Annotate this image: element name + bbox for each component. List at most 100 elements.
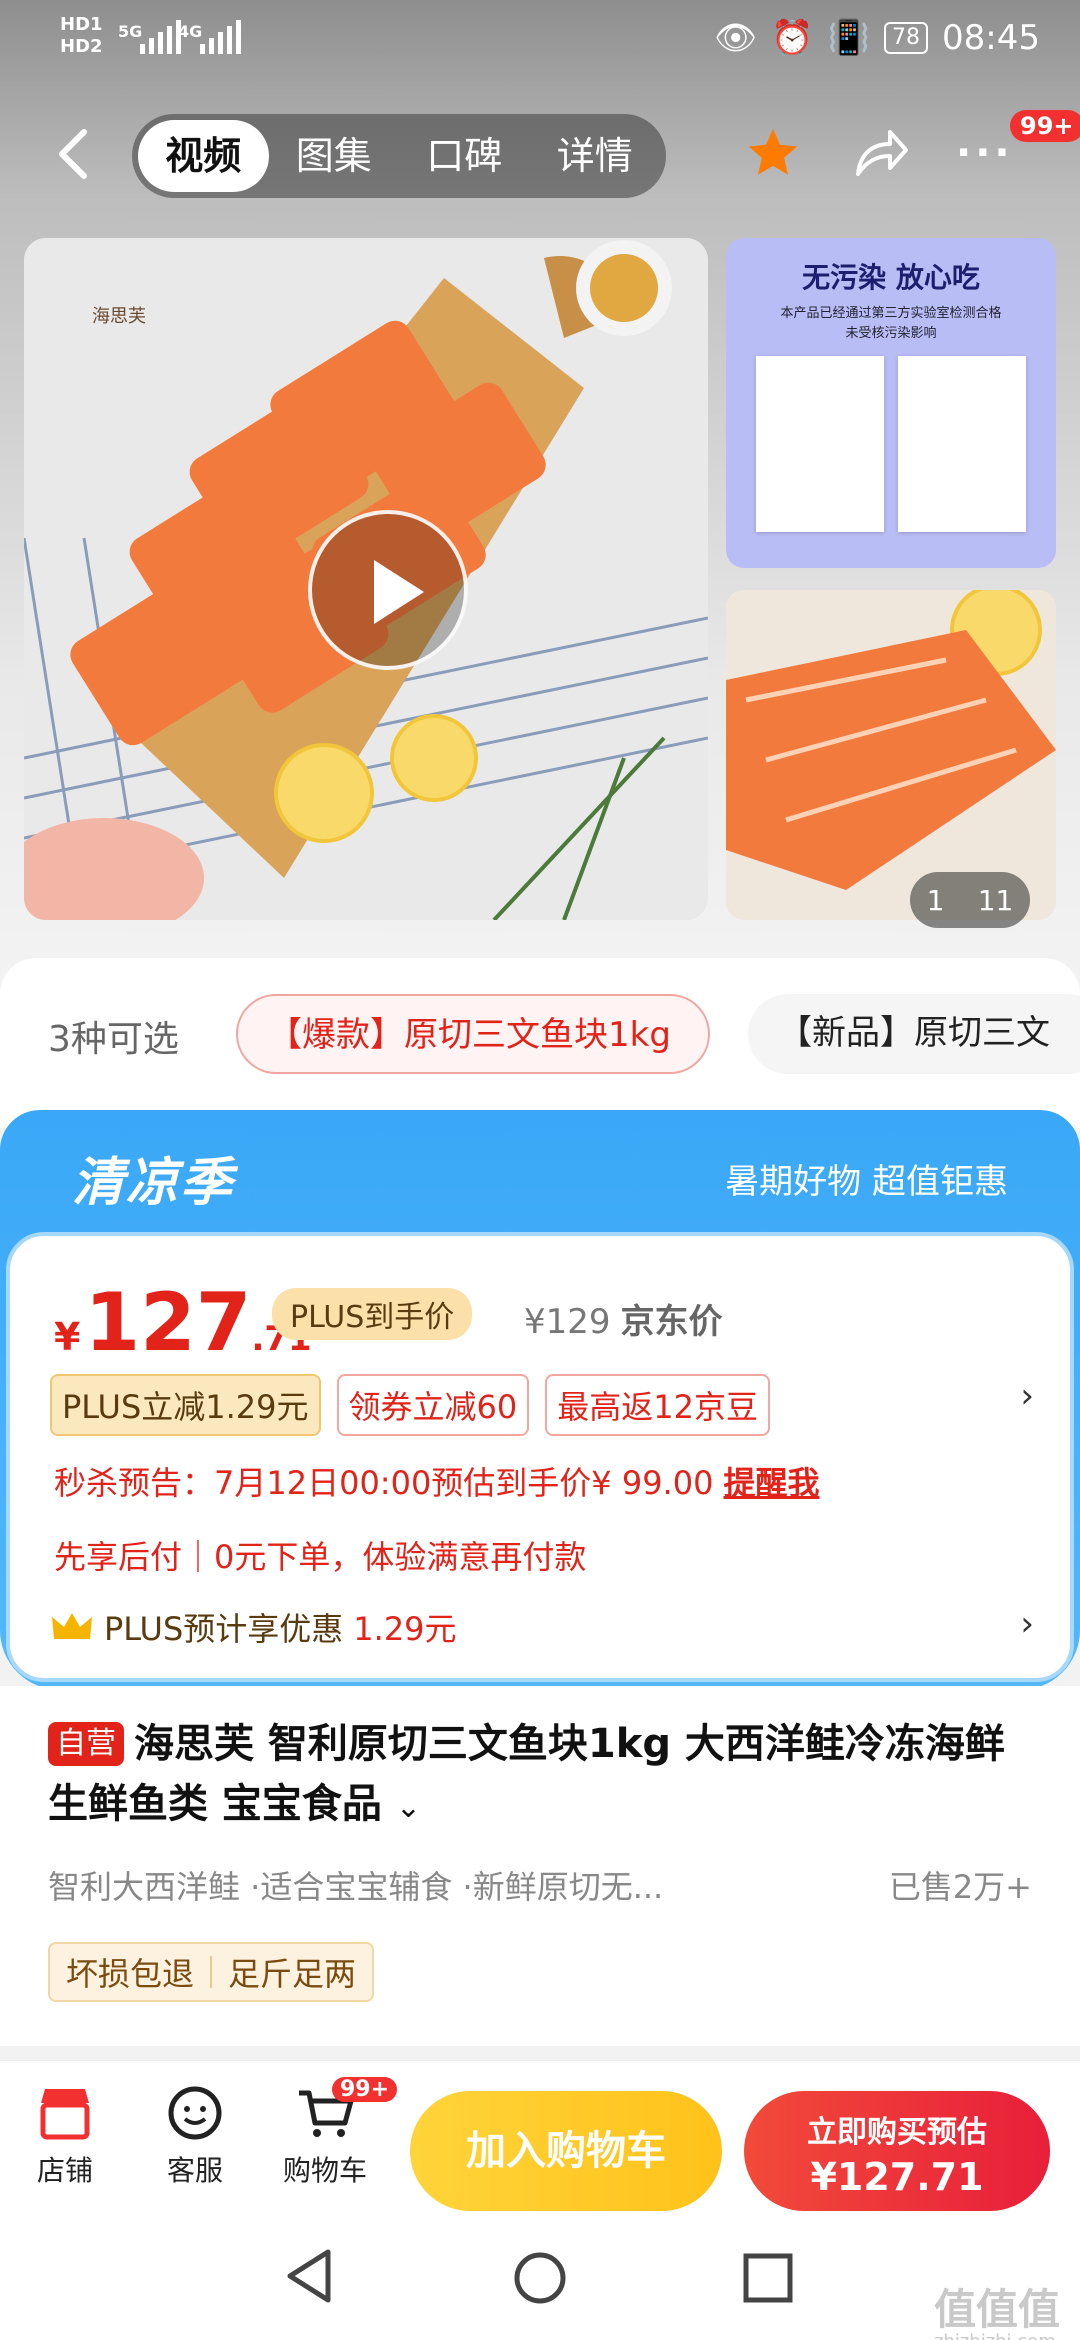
cart-badge: 99+ xyxy=(332,2077,398,2102)
jd-price-value: ¥129 xyxy=(524,1302,611,1342)
favorite-button[interactable] xyxy=(744,124,802,186)
battery-indicator: 78 xyxy=(884,22,929,54)
signal-icon xyxy=(140,20,181,54)
product-info: 自营 海思芙 智利原切三文鱼块1kg 大西洋鲑冷冻海鲜 生鲜鱼类 宝宝食品 ⌄ 智… xyxy=(0,1686,1080,2046)
alarm-icon: ⏰ xyxy=(771,18,814,58)
chip-plus-discount[interactable]: PLUS立减1.29元 xyxy=(50,1374,321,1436)
share-icon xyxy=(856,130,908,176)
guarantee-full-weight: 足斤足两 xyxy=(228,1955,357,1993)
bottom-action-bar: 店铺 客服 购物车 99+ 加入购物车 立即购买预估 ¥127.71 xyxy=(0,2060,1080,2220)
tab-gallery[interactable]: 图集 xyxy=(269,120,400,192)
cert-subtitle-2: 未受核污染影响 xyxy=(845,326,937,341)
star-icon xyxy=(748,128,798,175)
brand-logo-text: 海思芙 xyxy=(92,306,146,327)
more-button[interactable]: ··· xyxy=(956,130,1014,176)
buy-now-label: 立即购买预估 xyxy=(807,2115,987,2150)
back-button[interactable] xyxy=(50,124,98,184)
cart-button[interactable]: 购物车 99+ xyxy=(270,2077,398,2189)
service-label: 客服 xyxy=(166,2154,223,2187)
seckill-text: 秒杀预告：7月12日00:00预估到手价¥ 99.00 xyxy=(54,1464,714,1502)
hd1-label: HD1 xyxy=(60,14,103,35)
page-current: 1 xyxy=(926,883,945,917)
play-button[interactable] xyxy=(308,510,468,670)
sku-option-selected[interactable]: 【爆款】原切三文鱼块1kg xyxy=(236,994,710,1074)
network-5g-label: 5G xyxy=(118,22,143,41)
eye-icon: 👁 xyxy=(714,18,758,58)
nav-recents-icon[interactable] xyxy=(742,2252,794,2304)
banner-subtitle: 暑期好物 超值钜惠 xyxy=(725,1162,1008,1202)
sim-indicators: HD1 HD2 xyxy=(60,14,103,58)
crown-icon xyxy=(52,1613,92,1639)
thumbnail-certificate[interactable]: 无污染 放心吃 本产品已经通过第三方实验室检测合格 未受核污染影响 xyxy=(726,238,1056,568)
plus-saving-value: 1.29元 xyxy=(353,1610,457,1648)
network-4g-label: 4G xyxy=(178,22,203,41)
plus-price-tag: PLUS到手价 xyxy=(272,1288,473,1340)
report-document-image xyxy=(756,356,884,532)
nav-back-icon[interactable] xyxy=(282,2246,336,2306)
price-card: ¥ 127 .71 PLUS到手价 ¥129 京东价 PLUS立减1.29元 领券… xyxy=(6,1232,1074,1682)
media-tabs: 视频 图集 口碑 详情 xyxy=(132,114,666,198)
product-title-text: 海思芙 智利原切三文鱼块1kg 大西洋鲑冷冻海鲜 生鲜鱼类 宝宝食品 xyxy=(48,1721,1005,1827)
more-badge: 99+ xyxy=(1010,110,1080,142)
store-label: 店铺 xyxy=(36,2154,93,2187)
chevron-down-icon[interactable]: ⌄ xyxy=(396,1790,421,1825)
chip-jd-beans[interactable]: 最高返12京豆 xyxy=(545,1374,770,1436)
store-button[interactable]: 店铺 xyxy=(10,2085,120,2189)
gallery-pager: 1 11 xyxy=(910,872,1030,928)
add-to-cart-button[interactable]: 加入购物车 xyxy=(410,2091,722,2211)
top-nav: 视频 图集 口碑 详情 ··· 99+ xyxy=(0,110,1080,200)
cart-label: 购物车 xyxy=(282,2154,367,2187)
thumbnail-salmon[interactable] xyxy=(726,590,1056,920)
salmon-closeup-image xyxy=(726,590,1056,920)
store-icon xyxy=(40,2089,90,2140)
remind-me-link[interactable]: 提醒我 xyxy=(723,1464,819,1502)
cert-subtitle-1: 本产品已经通过第三方实验室检测合格 xyxy=(780,306,1002,321)
guarantee-damage-refund: 坏损包退 xyxy=(66,1955,195,1993)
cert-title: 无污染 放心吃 xyxy=(802,261,980,294)
back-arrow-icon xyxy=(59,129,87,179)
tab-details[interactable]: 详情 xyxy=(530,120,661,192)
plus-saving-label: PLUS预计享优惠 xyxy=(104,1610,344,1648)
hd2-label: HD2 xyxy=(60,36,103,57)
sold-count: 已售2万+ xyxy=(888,1868,1032,1906)
watermark-text: 值值值 xyxy=(933,2285,1060,2334)
pay-later-info[interactable]: 先享后付｜0元下单，体验满意再付款 xyxy=(54,1532,586,1578)
buy-now-price: ¥127.71 xyxy=(810,2155,984,2199)
sku-option-new[interactable]: 【新品】原切三文 xyxy=(748,994,1080,1074)
signal-icon-2 xyxy=(200,20,241,54)
price-integer: 127 xyxy=(84,1276,252,1369)
product-features: 智利大西洋鲑 ·适合宝宝辅食 ·新鲜原切无... xyxy=(48,1868,664,1906)
vibrate-icon: 📳 xyxy=(827,18,871,58)
nav-home-icon[interactable] xyxy=(512,2250,568,2306)
seckill-preview: 秒杀预告：7月12日00:00预估到手价¥ 99.00 提醒我 xyxy=(54,1458,819,1504)
product-title[interactable]: 自营 海思芙 智利原切三文鱼块1kg 大西洋鲑冷冻海鲜 生鲜鱼类 宝宝食品 ⌄ xyxy=(48,1714,1048,1838)
chevron-right-icon-2[interactable]: › xyxy=(1020,1604,1034,1644)
jd-price: ¥129 京东价 xyxy=(524,1294,723,1343)
site-watermark: 值值值 zhizhizhi.com xyxy=(934,2276,1060,2340)
share-button[interactable] xyxy=(852,126,910,184)
tab-video[interactable]: 视频 xyxy=(138,120,269,192)
jd-price-label: 京东价 xyxy=(620,1302,723,1342)
brand-logo: 海思芙 xyxy=(54,258,184,348)
price-currency: ¥ xyxy=(54,1315,81,1359)
discount-chips[interactable]: PLUS立减1.29元 领券立减60 最高返12京豆 xyxy=(50,1374,770,1436)
sku-count-label[interactable]: 3种可选 xyxy=(48,1010,179,1062)
time-label: 08:45 xyxy=(942,18,1040,58)
page-total: 11 xyxy=(977,883,1014,917)
main-product-video[interactable]: 海思芙 xyxy=(24,238,708,920)
chevron-right-icon[interactable]: › xyxy=(1020,1376,1034,1416)
sku-selector: 3种可选 【爆款】原切三文鱼块1kg 【新品】原切三文 xyxy=(0,958,1080,1128)
banner-title: 清凉季 xyxy=(72,1153,235,1213)
chat-smiley-icon xyxy=(168,2086,222,2140)
service-guarantees[interactable]: 坏损包退 足斤足两 xyxy=(48,1942,375,2002)
plus-saving-row[interactable]: PLUS预计享优惠 1.29元 xyxy=(50,1604,457,1650)
status-bar: HD1 HD2 5G 4G 👁 ⏰ 📳 78 08:45 xyxy=(0,0,1080,80)
report-table-image xyxy=(898,356,1026,532)
customer-service-button[interactable]: 客服 xyxy=(140,2085,250,2189)
chip-coupon[interactable]: 领券立减60 xyxy=(336,1374,530,1436)
self-operated-badge: 自营 xyxy=(48,1722,124,1766)
watermark-site: zhizhizhi.com xyxy=(934,2331,1060,2340)
system-nav-bar xyxy=(0,2220,1080,2340)
tab-reviews[interactable]: 口碑 xyxy=(399,120,530,192)
buy-now-button[interactable]: 立即购买预估 ¥127.71 xyxy=(744,2091,1050,2211)
